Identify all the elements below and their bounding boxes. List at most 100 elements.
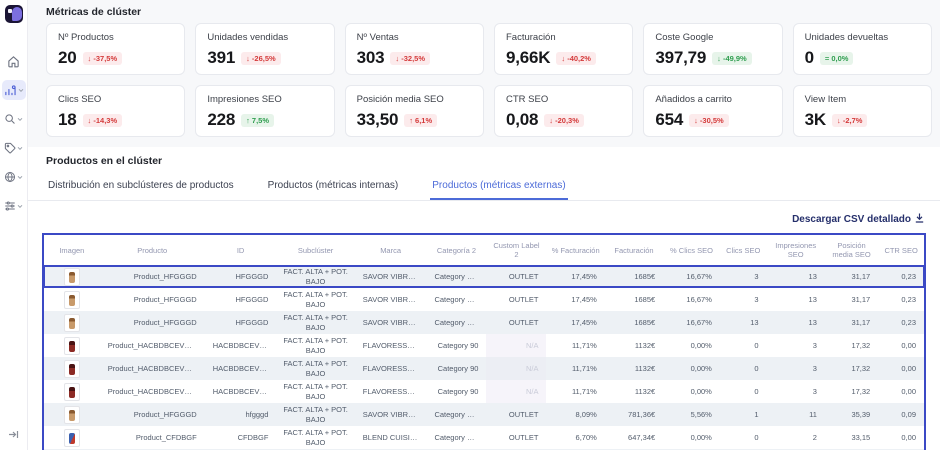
- metric-card: View Item 3K ↓ -2,7%: [792, 85, 932, 137]
- table-cell-clics_seo: 0: [754, 341, 759, 350]
- sidebar: [0, 0, 28, 450]
- metrics-section-title: Métricas de clúster: [46, 6, 142, 18]
- products-tabs: Distribución en subclústeres de producto…: [28, 176, 940, 201]
- column-header: Marca: [354, 234, 427, 265]
- table-row[interactable]: Product_HFGGGD HFGGGD FACT. ALTA + POT. BA…: [43, 311, 925, 334]
- table-cell-custom_label2: OUTLET: [508, 410, 539, 419]
- table-cell-marca: FLAVORESSENCE: [362, 387, 427, 396]
- table-cell-custom_label2: N/A: [486, 334, 547, 357]
- sidebar-item-home[interactable]: [2, 51, 26, 71]
- metric-card: Facturación 9,66K ↓ -40,2%: [493, 23, 634, 75]
- table-cell-ctr_seo: 0,23: [901, 318, 916, 327]
- table-cell-id: hfgggd: [245, 410, 269, 419]
- metric-cards: Nº Productos 20 ↓ -37,5% Unidades vendidas 3…: [46, 23, 932, 137]
- table-cell-impresiones_seo: 2: [812, 433, 817, 442]
- column-header: Subclúster: [276, 234, 355, 265]
- cluster-analysis-icon: [4, 84, 17, 97]
- metric-value: 397,79: [655, 48, 707, 67]
- tag-icon: [4, 142, 16, 154]
- product-thumbnail: [63, 313, 80, 332]
- download-csv-label: Descargar CSV detallado: [792, 214, 911, 225]
- sidebar-collapse-button[interactable]: [0, 426, 27, 444]
- table-body: Product_HFGGGD HFGGGD FACT. ALTA + POT. BA…: [43, 265, 925, 450]
- table-cell-custom_label2: OUTLET: [508, 318, 539, 327]
- table-cell-posicion_media_seo: 17,32: [851, 387, 871, 396]
- metric-delta-badge: ↓ -20,3%: [544, 113, 584, 127]
- table-row[interactable]: Product_HFGGGD hfgggd FACT. ALTA + POT. BA…: [43, 403, 925, 426]
- table-header: Imagen Producto ID Subclúster Marca Categoría…: [43, 234, 925, 265]
- column-header: Facturación: [604, 234, 664, 265]
- table-cell-producto: Product_HFGGGD: [133, 295, 197, 304]
- table-cell-marca: SAVOR VIBRANT: [362, 410, 424, 419]
- table-row[interactable]: Product_HFGGGD HFGGGD FACT. ALTA + POT. BA…: [43, 265, 925, 288]
- column-header: Clics SEO: [719, 234, 767, 265]
- table-row[interactable]: Product_CFDBGF CFDBGF FACT. ALTA + POT. BA…: [43, 426, 925, 449]
- tab-external-metrics[interactable]: Productos (métricas externas): [430, 176, 568, 200]
- sidebar-item-tags[interactable]: [2, 138, 26, 158]
- table-row[interactable]: Product_HACBDBCEVDCACCB HACBDBCEVDCACCB FA…: [43, 334, 925, 357]
- chevron-down-icon: [17, 146, 23, 151]
- metric-label: Unidades devueltas: [804, 32, 889, 43]
- table-cell-facturacion: 1132€: [634, 364, 656, 373]
- table-cell-categoria2: Category 90: [437, 341, 479, 350]
- table-cell-posicion_media_seo: 17,32: [851, 364, 871, 373]
- table-cell-image: [43, 311, 100, 334]
- tab-subclusters[interactable]: Distribución en subclústeres de producto…: [46, 176, 236, 200]
- app-window: Métricas de clúster Nº Productos 20 ↓ -37,…: [0, 0, 940, 450]
- cluster-metrics-section: Métricas de clúster Nº Productos 20 ↓ -37,…: [28, 0, 940, 137]
- table-cell-pct_clics_seo: 0,00%: [690, 364, 712, 373]
- table-cell-pct_clics_seo: 16,67%: [686, 272, 712, 281]
- product-thumbnail: [63, 359, 80, 378]
- table-cell-impresiones_seo: 3: [812, 387, 817, 396]
- product-thumbnail: [63, 290, 80, 309]
- product-thumbnail: [63, 405, 80, 424]
- table-cell-pct_facturacion: 17,45%: [571, 295, 597, 304]
- sidebar-item-settings[interactable]: [2, 196, 26, 216]
- table-cell-ctr_seo: 0,00: [901, 433, 916, 442]
- column-header: % Facturación: [546, 234, 605, 265]
- table-cell-facturacion: 647,34€: [628, 433, 656, 442]
- metric-value: 228: [207, 110, 236, 129]
- table-cell-marca: SAVOR VIBRANT: [362, 272, 424, 281]
- download-icon: [915, 213, 924, 226]
- table-cell-id: HFGGGD: [235, 318, 269, 327]
- metric-label: Nº Ventas: [356, 32, 399, 43]
- table-row[interactable]: Product_HACBDBCEVDCACCB HACBDBCEVDCACCB FA…: [43, 357, 925, 380]
- table-cell-impresiones_seo: 13: [808, 318, 817, 327]
- table-cell-ctr_seo: 0,00: [901, 364, 916, 373]
- table-cell-facturacion: 1132€: [634, 387, 656, 396]
- metric-delta-badge: ↑ 6,1%: [404, 113, 438, 127]
- metric-value: 0: [804, 48, 814, 67]
- metric-card: CTR SEO 0,08 ↓ -20,3%: [493, 85, 634, 137]
- table-cell-impresiones_seo: 13: [808, 295, 817, 304]
- table-cell-producto: Product_HACBDBCEVDCACCB: [107, 387, 205, 396]
- sidebar-item-search[interactable]: [2, 109, 26, 129]
- column-header: Producto: [99, 234, 205, 265]
- metric-card: Añadidos a carrito 654 ↓ -30,5%: [643, 85, 783, 137]
- metric-delta-badge: ↓ -37,5%: [82, 51, 123, 65]
- sidebar-item-clusters[interactable]: [1, 80, 26, 100]
- table-cell-producto: Product_HFGGGD: [133, 318, 197, 327]
- table-cell-producto: Product_CFDBGF: [135, 433, 197, 442]
- app-logo[interactable]: [4, 5, 23, 23]
- table-cell-categoria2: Category 90: [437, 364, 479, 373]
- table-cell-producto: Product_HFGGGD: [133, 410, 197, 419]
- tab-internal-metrics[interactable]: Productos (métricas internas): [266, 176, 401, 200]
- table-cell-pct_clics_seo: 5,56%: [690, 410, 712, 419]
- table-row[interactable]: Product_HACBDBCEVDCACCB HACBDBCEVDCACCB FA…: [43, 380, 925, 403]
- table-cell-posicion_media_seo: 31,17: [851, 318, 871, 327]
- table-cell-image: [43, 357, 100, 380]
- metric-delta-badge: = 0,0%: [819, 51, 854, 65]
- table-cell-id: HACBDBCEVDCACCB: [212, 364, 277, 373]
- table-cell-producto: Product_HACBDBCEVDCACCB: [107, 341, 205, 350]
- table-cell-facturacion: 1685€: [634, 318, 656, 327]
- table-cell-posicion_media_seo: 35,39: [851, 410, 871, 419]
- download-csv-link[interactable]: Descargar CSV detallado: [792, 213, 924, 226]
- table-cell-pct_facturacion: 17,45%: [571, 272, 597, 281]
- metric-delta-badge: ↓ -30,5%: [689, 113, 729, 127]
- table-cell-categoria2: Category 90: [437, 387, 479, 396]
- table-row[interactable]: Product_HFGGGD HFGGGD FACT. ALTA + POT. BA…: [43, 288, 925, 311]
- metric-delta-badge: ↑ 7,5%: [241, 113, 275, 127]
- sidebar-item-web[interactable]: [2, 167, 26, 187]
- metric-card: Coste Google 397,79 ↓ -49,9%: [643, 23, 783, 75]
